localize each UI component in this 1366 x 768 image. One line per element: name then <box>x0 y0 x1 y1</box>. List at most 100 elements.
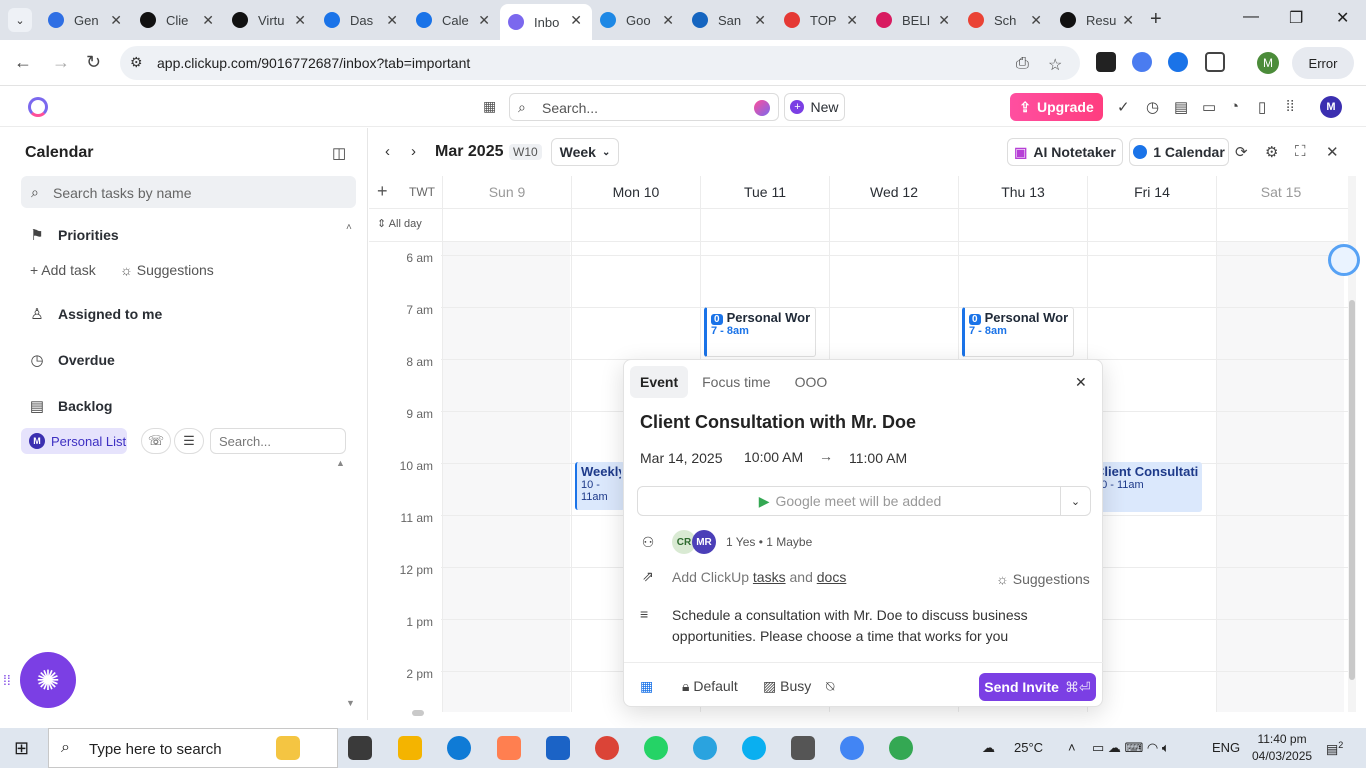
tab-close-icon[interactable]: ✕ <box>570 12 582 29</box>
copilot-app-icon[interactable] <box>497 736 521 760</box>
chevron-down-icon[interactable]: ⌄ <box>1060 487 1090 515</box>
whatsapp-icon[interactable] <box>644 736 668 760</box>
vertical-scrollbar-thumb[interactable] <box>1349 300 1355 680</box>
tab-close-icon[interactable]: ✕ <box>754 12 766 29</box>
add-event-plus-icon[interactable]: + <box>377 181 388 202</box>
tab-close-icon[interactable]: ✕ <box>294 12 306 29</box>
browser-tab[interactable]: Goo ✕ <box>592 4 684 36</box>
day-header[interactable]: Fri 14 <box>1087 176 1216 208</box>
tab-ooo[interactable]: OOO <box>785 366 838 398</box>
new-tab-button[interactable]: + <box>1150 8 1162 31</box>
browser-tab[interactable]: Clie ✕ <box>132 4 224 36</box>
skype-icon[interactable] <box>742 736 766 760</box>
collapse-priorities-icon[interactable]: ˄ <box>346 222 352 233</box>
ai-assistant-button[interactable]: ✺ <box>20 652 76 708</box>
browser-tab[interactable]: BELI ✕ <box>868 4 960 36</box>
extension-megaphone-icon[interactable] <box>1096 52 1116 72</box>
windows-start-icon[interactable]: ⊞ <box>14 738 29 759</box>
calendar-icon[interactable]: ▦ <box>483 98 496 115</box>
close-window-button[interactable]: ✕ <box>1336 8 1349 28</box>
forward-button[interactable]: → <box>52 52 70 73</box>
check-circle-icon[interactable]: ✓ <box>1117 98 1130 116</box>
horizontal-scrollbar-thumb[interactable] <box>412 710 424 716</box>
sync-icon[interactable]: ⟳ <box>1235 143 1248 161</box>
event-description[interactable]: Schedule a consultation with Mr. Doe to … <box>672 605 1052 647</box>
conferencing-selector[interactable]: ▶ Google meet will be added ⌄ <box>637 486 1091 516</box>
close-icon[interactable]: ✕ <box>1075 374 1087 391</box>
ai-brain-icon[interactable] <box>754 100 770 116</box>
list-search-input[interactable]: Search... <box>210 428 346 454</box>
day-header[interactable]: Sun 9 <box>442 176 571 208</box>
day-header[interactable]: Tue 11 <box>700 176 829 208</box>
tab-close-icon[interactable]: ✕ <box>662 12 674 29</box>
tab-focus-time[interactable]: Focus time <box>692 366 780 398</box>
sidebar-item-backlog[interactable]: ▤ Backlog <box>28 397 113 415</box>
personal-list-chip[interactable]: M Personal List <box>21 428 127 454</box>
chrome-active-icon[interactable] <box>889 736 913 760</box>
store-icon[interactable] <box>546 736 570 760</box>
chrome-profile-icon[interactable] <box>840 736 864 760</box>
browser-tab[interactable]: San ✕ <box>684 4 776 36</box>
calendar-picker-icon[interactable]: ▦ <box>640 678 653 695</box>
add-task-button[interactable]: + Add task <box>30 262 96 278</box>
send-invite-button[interactable]: Send Invite ⌘⏎ <box>979 673 1096 701</box>
tab-close-icon[interactable]: ✕ <box>846 12 858 29</box>
timer-icon[interactable]: ◷ <box>1146 98 1159 116</box>
day-header[interactable]: Wed 12 <box>829 176 958 208</box>
ai-notetaker-button[interactable]: ▣ AI Notetaker <box>1007 138 1123 166</box>
close-calendar-icon[interactable]: ✕ <box>1326 143 1339 161</box>
event-title-input[interactable]: Client Consultation with Mr. Doe <box>640 412 916 433</box>
reload-button[interactable]: ↻ <box>86 52 101 73</box>
extensions-puzzle-icon[interactable] <box>1205 52 1225 72</box>
floating-clickup-icon[interactable] <box>1328 244 1360 276</box>
calendar-selector[interactable]: 1 Calendar <box>1129 138 1229 166</box>
language-indicator[interactable]: ENG <box>1212 740 1240 755</box>
availability-busy-button[interactable]: ▨ Busy <box>763 678 811 695</box>
browser-tab[interactable]: TOP ✕ <box>776 4 868 36</box>
task-search-input[interactable]: ⌕ Search tasks by name <box>21 176 356 208</box>
tab-search-dropdown[interactable]: ⌄ <box>8 8 32 32</box>
add-tasks-link[interactable]: tasks <box>753 569 786 585</box>
back-button[interactable]: ← <box>14 52 32 73</box>
telegram-icon[interactable] <box>693 736 717 760</box>
event-personal-work-thu[interactable]: 0 Personal Work 7 - 8am <box>962 307 1074 357</box>
task-view-icon[interactable] <box>348 736 372 760</box>
scroll-down-icon[interactable]: ▼ <box>346 698 355 708</box>
day-header[interactable]: Sat 15 <box>1216 176 1345 208</box>
notification-center-icon[interactable]: ▤2 <box>1326 740 1343 757</box>
tab-event[interactable]: Event <box>630 366 689 398</box>
browser-error-button[interactable]: Error <box>1292 47 1354 79</box>
sidebar-item-assigned[interactable]: ♙ Assigned to me <box>28 305 162 323</box>
all-day-row[interactable]: ⇕ All day <box>369 208 1356 242</box>
notification-off-icon[interactable]: ⍉ <box>826 678 834 695</box>
sidebar-item-priorities[interactable]: ⚑ Priorities <box>28 226 118 244</box>
clickup-logo-icon[interactable] <box>28 97 48 117</box>
minimize-button[interactable]: — <box>1243 8 1259 26</box>
user-avatar[interactable]: M <box>1320 96 1342 118</box>
global-search-input[interactable]: ⌕ Search... <box>509 93 779 121</box>
event-client-consultation-fri[interactable]: Client Consultatic 10 - 11am <box>1089 462 1202 512</box>
tab-close-icon[interactable]: ✕ <box>386 12 398 29</box>
suggestions-button[interactable]: ☼ Suggestions <box>120 262 214 278</box>
settings-gear-icon[interactable]: ⚙ <box>1265 143 1278 161</box>
edge-icon[interactable] <box>447 736 471 760</box>
layout-icon[interactable]: ⛶ <box>1295 143 1306 160</box>
tab-close-icon[interactable]: ✕ <box>1122 12 1134 29</box>
restore-button[interactable]: ❐ <box>1289 8 1303 28</box>
tab-close-icon[interactable]: ✕ <box>938 12 950 29</box>
extension-gear-icon[interactable] <box>1132 52 1152 72</box>
docs-icon[interactable]: ▯ <box>1258 98 1266 116</box>
new-button[interactable]: + New <box>784 93 845 121</box>
browser-tab[interactable]: Inbo ✕ <box>500 4 592 40</box>
settings-icon[interactable] <box>791 736 815 760</box>
sidebar-collapse-icon[interactable]: ◫ <box>332 144 346 162</box>
event-date-field[interactable]: Mar 14, 2025 <box>640 450 723 466</box>
chrome-icon[interactable] <box>595 736 619 760</box>
sidebar-item-overdue[interactable]: ◷ Overdue <box>28 351 114 369</box>
filter-icon[interactable]: ☰ <box>174 428 204 454</box>
attendee-avatar[interactable]: MR <box>692 530 716 554</box>
video-icon[interactable]: ▭ <box>1202 98 1216 116</box>
view-selector[interactable]: Week ⌄ <box>551 138 619 166</box>
phone-icon[interactable]: ☏ <box>141 428 171 454</box>
url-text[interactable]: app.clickup.com/9016772687/inbox?tab=imp… <box>157 55 470 71</box>
